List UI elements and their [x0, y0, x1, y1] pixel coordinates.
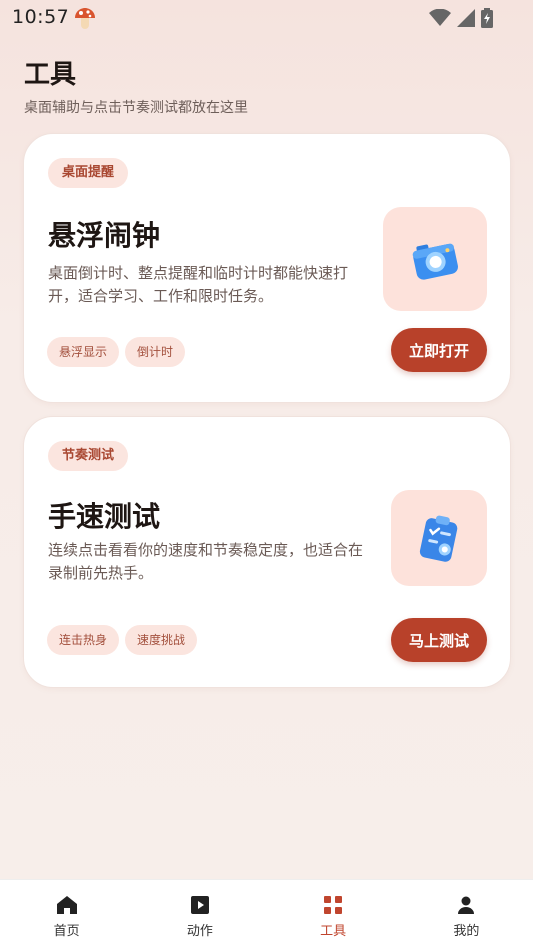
- tap-speed-card: 节奏测试 手速测试 连续点击看看你的速度和节奏稳定度，也适合在录制前先热手。 连…: [23, 416, 511, 688]
- signal-icon: [457, 9, 475, 27]
- nav-label: 首页: [53, 924, 80, 939]
- page-header: 工具 桌面辅助与点击节奏测试都放在这里: [24, 54, 248, 117]
- card-icon-tile: [391, 490, 487, 586]
- card-description: 连续点击看看你的速度和节奏稳定度，也适合在录制前先热手。: [48, 541, 364, 582]
- mushroom-icon: [75, 8, 95, 29]
- card-tag: 连击热身: [47, 625, 120, 655]
- grid-icon: [322, 894, 344, 916]
- status-time: 10:57: [12, 6, 70, 28]
- play-icon: [189, 894, 211, 916]
- nav-item-tools[interactable]: 工具: [267, 880, 400, 948]
- page-title: 工具: [24, 60, 77, 90]
- card-tags: 悬浮显示 倒计时: [47, 337, 191, 367]
- camera-icon: [412, 243, 458, 280]
- card-title: 悬浮闹钟: [48, 219, 161, 252]
- bottom-nav: 首页 动作 工具 我的: [0, 879, 533, 948]
- card-tag: 倒计时: [125, 337, 186, 367]
- wifi-icon: [429, 9, 451, 26]
- card-icon-tile: [383, 207, 487, 311]
- card-tag: 速度挑战: [125, 625, 198, 655]
- card-category-chip: 节奏测试: [48, 441, 129, 471]
- nav-item-profile[interactable]: 我的: [400, 880, 533, 948]
- nav-label: 我的: [453, 924, 480, 939]
- card-category-chip: 桌面提醒: [48, 158, 129, 188]
- nav-label: 动作: [186, 924, 213, 939]
- home-icon: [56, 894, 78, 916]
- card-tag: 悬浮显示: [47, 337, 120, 367]
- clipboard-icon: [419, 515, 458, 562]
- start-test-button[interactable]: 马上测试: [390, 618, 487, 662]
- card-description: 桌面倒计时、整点提醒和临时计时都能快速打开，适合学习、工作和限时任务。: [48, 264, 349, 305]
- nav-item-home[interactable]: 首页: [0, 880, 133, 948]
- page-subtitle: 桌面辅助与点击节奏测试都放在这里: [24, 100, 248, 116]
- status-bar: 10:57: [0, 0, 533, 36]
- floating-alarm-card: 桌面提醒 悬浮闹钟 桌面倒计时、整点提醒和临时计时都能快速打开，适合学习、工作和…: [23, 133, 511, 403]
- open-alarm-button[interactable]: 立即打开: [390, 328, 487, 372]
- person-icon: [455, 894, 477, 916]
- nav-label: 工具: [320, 924, 347, 939]
- card-title: 手速测试: [48, 500, 161, 533]
- nav-item-actions[interactable]: 动作: [133, 880, 266, 948]
- battery-icon: [481, 8, 493, 28]
- card-tags: 连击热身 速度挑战: [47, 625, 203, 655]
